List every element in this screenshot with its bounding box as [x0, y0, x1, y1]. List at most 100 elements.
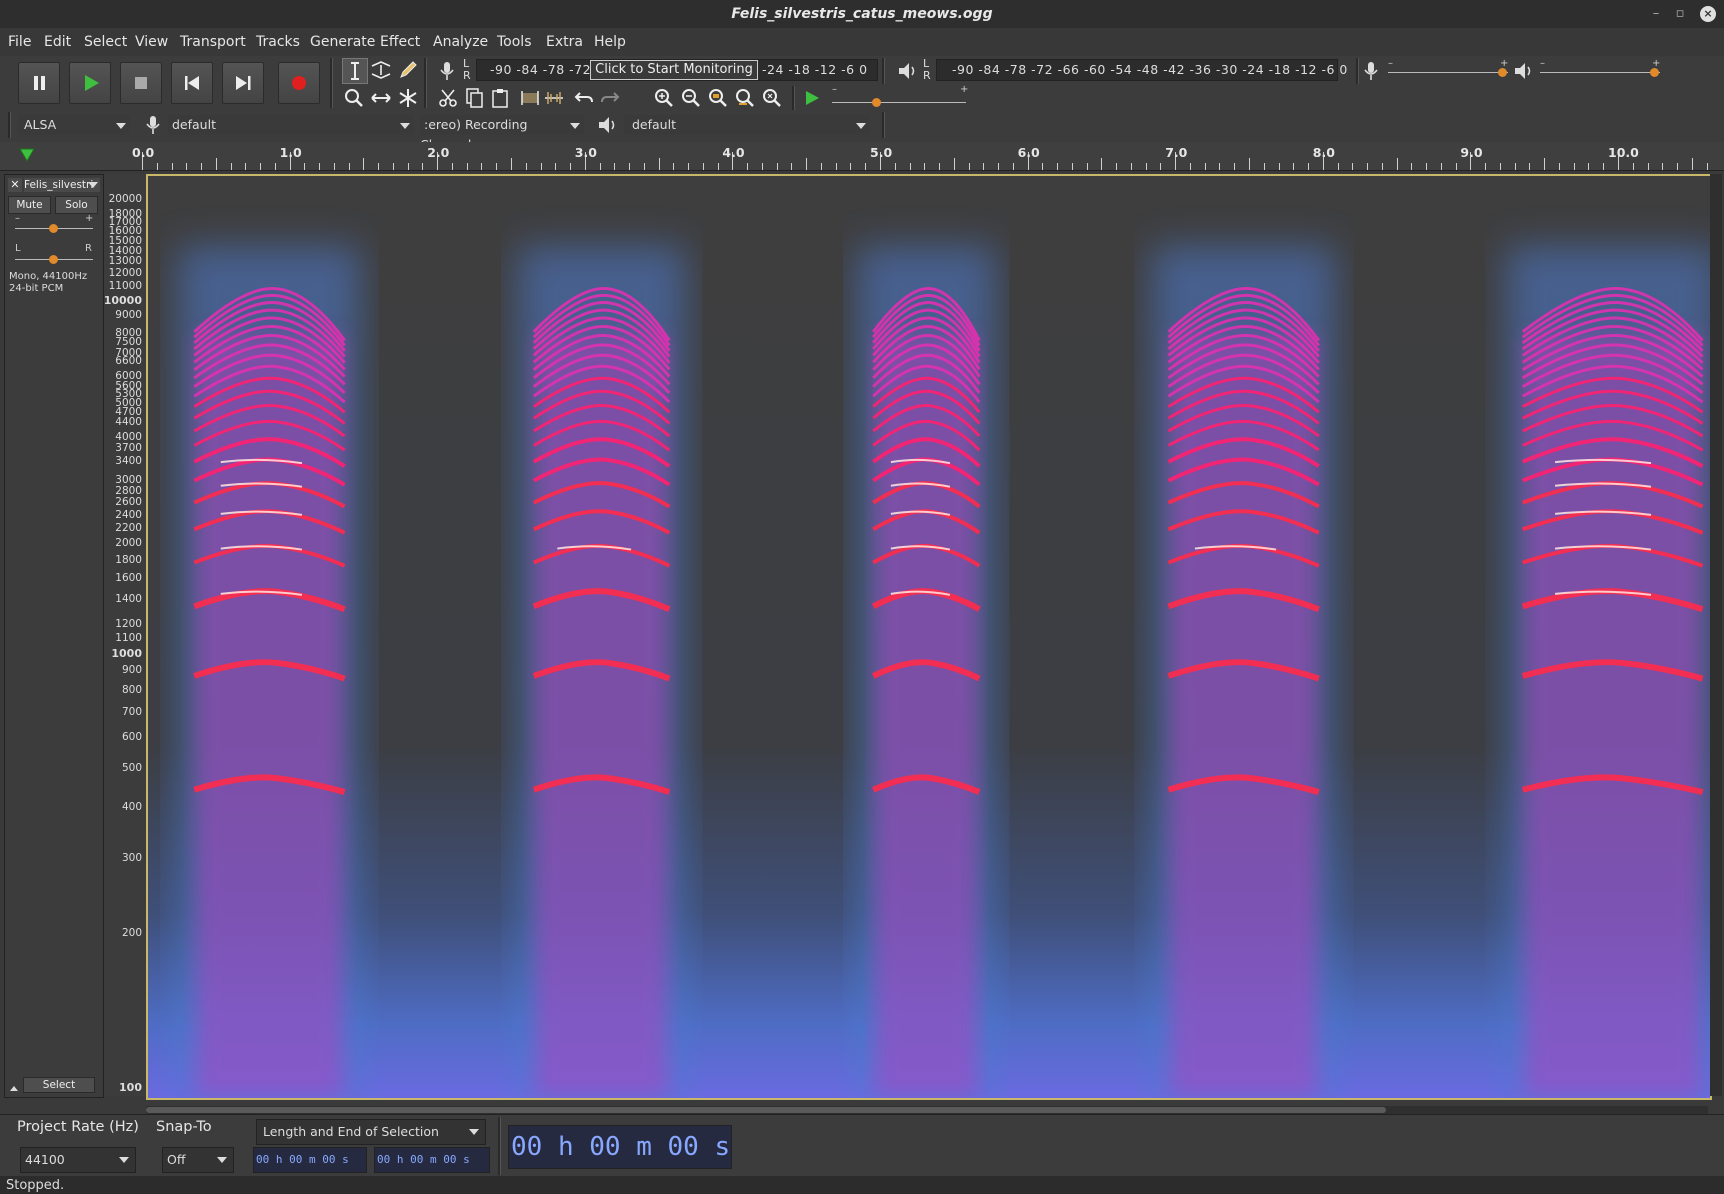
status-text: Stopped. [6, 1178, 65, 1193]
frequency-axis[interactable]: 20000 18000 17000 16000 15000 14000 13000 12000… [104, 174, 146, 1096]
frequency-label: 9000 [115, 309, 142, 322]
menu-effect[interactable]: Effect [380, 28, 420, 56]
zoom-in-button[interactable] [652, 86, 676, 110]
selection-tool[interactable] [342, 58, 368, 84]
frequency-label: 1800 [115, 553, 142, 566]
ruler-tick [673, 163, 674, 170]
mute-button[interactable]: Mute [8, 196, 51, 214]
spectrogram-view[interactable] [146, 174, 1712, 1100]
zoom-out-button[interactable] [679, 86, 703, 110]
ruler-label: 7.0 [1165, 145, 1188, 160]
trim-button[interactable] [518, 86, 542, 110]
pan-slider-thumb[interactable] [49, 255, 58, 264]
ruler-tick [836, 163, 837, 170]
pause-button[interactable] [18, 62, 60, 104]
slider-min: – [1540, 58, 1545, 69]
solo-button[interactable]: Solo [55, 196, 98, 214]
selection-end-field[interactable]: 00 h 00 m 00 s [374, 1147, 490, 1173]
audio-host-select[interactable]: ALSA [18, 115, 130, 135]
draw-tool[interactable] [396, 58, 420, 82]
play-icon [85, 75, 99, 91]
skip-to-end-button[interactable] [222, 62, 264, 104]
gain-slider-thumb[interactable] [49, 224, 58, 233]
menu-extra[interactable]: Extra [546, 28, 583, 56]
ruler-label: 4.0 [722, 145, 745, 160]
frequency-label: 1600 [115, 572, 142, 585]
frequency-label: 4000 [115, 430, 142, 443]
close-window-button[interactable]: × [1700, 6, 1716, 22]
play-at-speed-button[interactable] [800, 86, 824, 110]
ruler-tick [526, 163, 527, 170]
record-volume-slider[interactable]: – + [1388, 58, 1508, 82]
menu-view[interactable]: View [135, 28, 168, 56]
copy-button[interactable] [462, 86, 486, 110]
start-monitoring-button[interactable]: Click to Start Monitoring [590, 60, 758, 80]
close-track-button[interactable]: ✕ [8, 178, 22, 192]
menu-generate[interactable]: Generate [310, 28, 375, 56]
snap-to-select[interactable]: Off [162, 1147, 234, 1173]
menu-edit[interactable]: Edit [44, 28, 71, 56]
track-format: Mono, 44100Hz [9, 271, 88, 282]
minimize-button[interactable]: – [1646, 4, 1666, 24]
maximize-button[interactable]: ▫ [1670, 4, 1690, 24]
collapse-track-button[interactable] [8, 1079, 20, 1091]
toolbar-separator [498, 1117, 501, 1175]
pan-left-label: L [15, 243, 21, 254]
slider-thumb[interactable] [1498, 68, 1507, 77]
menu-help[interactable]: Help [594, 28, 626, 56]
selection-start-field[interactable]: 00 h 00 m 00 s [253, 1147, 367, 1173]
select-track-button[interactable]: Select [23, 1077, 95, 1093]
playback-meter-button[interactable] [896, 60, 918, 82]
ruler-tick [1101, 158, 1102, 170]
microphone-icon [1364, 62, 1378, 80]
ruler-tick [1279, 163, 1280, 170]
audio-position-display[interactable]: 00 h 00 m 00 s [508, 1125, 732, 1169]
cut-button[interactable] [436, 86, 460, 110]
skip-to-start-button[interactable] [171, 62, 213, 104]
asterisk-icon [399, 89, 417, 107]
menu-select[interactable]: Select [84, 28, 127, 56]
menu-file[interactable]: File [8, 28, 31, 56]
selection-mode-select[interactable]: Length and End of Selection [256, 1119, 486, 1145]
recording-channels-select[interactable]: :ereo) Recording Channels [420, 115, 584, 152]
horizontal-scroll-thumb[interactable] [146, 1107, 1386, 1113]
vertical-scrollbar[interactable] [1710, 174, 1722, 1096]
redo-button[interactable] [598, 86, 622, 110]
project-rate-select[interactable]: 44100 [20, 1147, 136, 1173]
menu-analyze[interactable]: Analyze [433, 28, 488, 56]
time-shift-tool[interactable] [369, 86, 393, 110]
envelope-tool[interactable] [369, 58, 393, 82]
menu-tracks[interactable]: Tracks [256, 28, 300, 56]
silence-button[interactable] [542, 86, 566, 110]
play-speed-slider[interactable]: – + [832, 84, 968, 108]
chevron-down-icon [570, 123, 580, 129]
scissors-icon [439, 89, 457, 107]
play-button[interactable] [69, 62, 111, 104]
ruler-ticks: 0.0 1.0 2.0 3.0 4.0 5.0 6.0 7.0 8.0 9.0 10.0 [0, 142, 1724, 170]
ruler-tick [703, 163, 704, 170]
ruler-tick [1072, 163, 1073, 170]
ruler-tick [349, 163, 350, 170]
zoom-selection-icon [709, 89, 727, 107]
slider-thumb[interactable] [872, 98, 882, 107]
track-control-panel: ✕ Felis_silvestri Mute Solo – + L R Mono… [4, 174, 104, 1098]
menu-transport[interactable]: Transport [180, 28, 246, 56]
slider-thumb[interactable] [1650, 68, 1659, 77]
paste-button[interactable] [488, 86, 512, 110]
zoom-toggle-button[interactable] [760, 86, 784, 110]
zoom-tool[interactable] [342, 86, 366, 110]
fit-project-button[interactable] [733, 86, 757, 110]
undo-button[interactable] [572, 86, 596, 110]
record-meter-button[interactable] [436, 60, 458, 82]
record-button[interactable] [278, 62, 320, 104]
multi-tool[interactable] [396, 86, 420, 110]
horizontal-scrollbar[interactable] [146, 1106, 1708, 1114]
stop-button[interactable] [120, 62, 162, 104]
menu-tools[interactable]: Tools [497, 28, 532, 56]
playback-device-select[interactable]: default [624, 115, 870, 135]
track-name-menu[interactable]: Felis_silvestri [24, 178, 100, 192]
playback-volume-slider[interactable]: – + [1540, 58, 1660, 82]
recording-device-select[interactable]: default [168, 115, 414, 135]
fit-selection-button[interactable] [706, 86, 730, 110]
ruler-tick [1633, 163, 1634, 170]
